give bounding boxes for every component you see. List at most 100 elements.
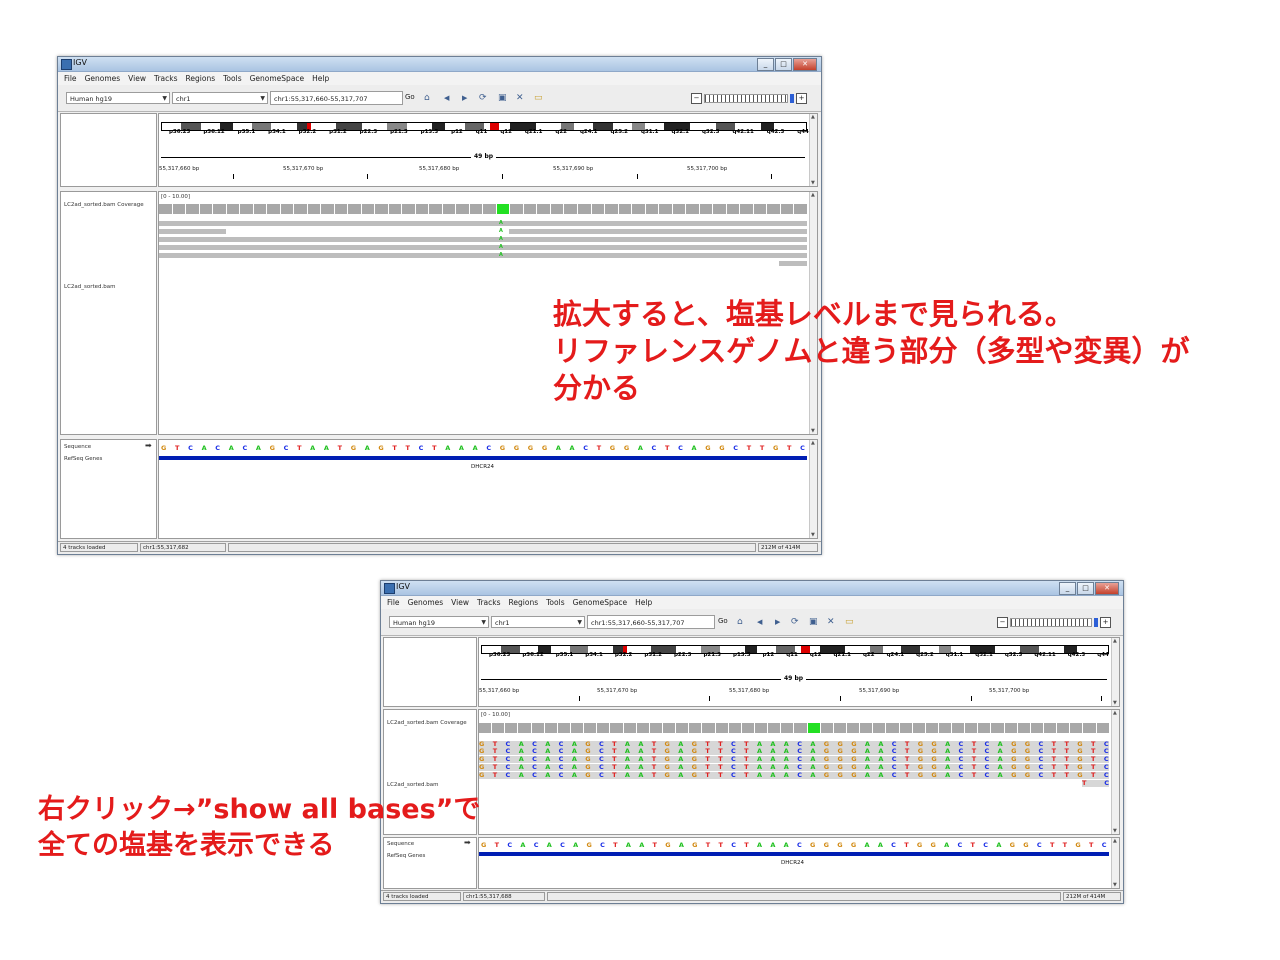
coverage-bar[interactable] bbox=[584, 723, 597, 733]
sequence-track-label[interactable]: Sequence bbox=[64, 444, 91, 450]
region-icon[interactable]: ▣ bbox=[809, 617, 818, 627]
zoom-out-button[interactable]: − bbox=[691, 92, 702, 104]
menu-help[interactable]: Help bbox=[635, 596, 652, 609]
coverage-bar[interactable] bbox=[523, 204, 537, 214]
menu-regions[interactable]: Regions bbox=[509, 596, 539, 609]
coverage-bar[interactable] bbox=[564, 204, 577, 214]
coverage-bar[interactable] bbox=[186, 204, 199, 214]
aligned-read[interactable] bbox=[159, 253, 807, 258]
coverage-bar[interactable] bbox=[672, 204, 686, 214]
aligned-read[interactable] bbox=[779, 261, 807, 266]
menu-tools[interactable]: Tools bbox=[546, 596, 564, 609]
coverage-bar[interactable] bbox=[518, 723, 531, 733]
coverage-bar[interactable] bbox=[159, 204, 172, 214]
menu-genomes[interactable]: Genomes bbox=[85, 72, 121, 85]
read-all-bases[interactable]: GTCACACAGCTAATGAGTTCTAAACAGGGAACTGGACTCA… bbox=[479, 764, 1109, 771]
gene-feature[interactable] bbox=[479, 852, 1109, 856]
chromosome-select[interactable]: chr1 ▼ bbox=[172, 92, 268, 104]
coverage-bar[interactable] bbox=[334, 204, 348, 214]
menu-view[interactable]: View bbox=[128, 72, 146, 85]
region-icon[interactable]: ▣ bbox=[498, 93, 507, 103]
forward-icon[interactable]: ▶ bbox=[462, 93, 467, 103]
coverage-bar[interactable] bbox=[597, 723, 610, 733]
coverage-bar[interactable] bbox=[307, 204, 321, 214]
genome-select[interactable]: Human hg19 ▼ bbox=[389, 616, 489, 628]
coverage-bar[interactable] bbox=[557, 723, 570, 733]
coverage-bar[interactable] bbox=[577, 204, 591, 214]
scroll-up-icon[interactable]: ▲ bbox=[1113, 638, 1117, 644]
coverage-bar[interactable] bbox=[1017, 723, 1030, 733]
coverage-bar[interactable] bbox=[726, 204, 740, 214]
coverage-track-label[interactable]: LC2ad_sorted.bam Coverage bbox=[64, 202, 144, 208]
coverage-bar[interactable] bbox=[899, 723, 912, 733]
scroll-up-icon[interactable]: ▲ bbox=[811, 192, 815, 198]
close-icon[interactable]: ✕ bbox=[516, 93, 524, 103]
scroll-up-icon[interactable]: ▲ bbox=[1113, 838, 1117, 844]
aligned-read[interactable] bbox=[509, 229, 807, 234]
coverage-bar[interactable] bbox=[768, 723, 781, 733]
coverage-bar[interactable] bbox=[510, 204, 523, 214]
aligned-read[interactable] bbox=[159, 245, 807, 250]
coverage-snp-bar[interactable] bbox=[807, 723, 820, 733]
coverage-bar[interactable] bbox=[754, 723, 768, 733]
coverage-bar[interactable] bbox=[713, 204, 726, 214]
read-all-bases[interactable]: GTCACACAGCTAATGAGTTCTAAACAGGGAACTGGACTCA… bbox=[479, 748, 1109, 755]
coverage-bar[interactable] bbox=[860, 723, 873, 733]
menu-file[interactable]: File bbox=[387, 596, 400, 609]
coverage-bar[interactable] bbox=[645, 204, 659, 214]
coverage-bar[interactable] bbox=[780, 204, 794, 214]
coverage-bar[interactable] bbox=[605, 204, 618, 214]
header-scrollbar[interactable]: ▲ ▼ bbox=[1111, 638, 1119, 706]
coverage-bar[interactable] bbox=[388, 204, 402, 214]
coverage-bar[interactable] bbox=[610, 723, 623, 733]
coverage-bar[interactable] bbox=[429, 204, 442, 214]
menu-genomes[interactable]: Genomes bbox=[408, 596, 444, 609]
coverage-bar[interactable] bbox=[280, 204, 294, 214]
coverage-bar[interactable] bbox=[1057, 723, 1070, 733]
coverage-bar[interactable] bbox=[172, 204, 186, 214]
coverage-track-label[interactable]: LC2ad_sorted.bam Coverage bbox=[387, 720, 467, 726]
home-icon[interactable]: ⌂ bbox=[424, 93, 430, 103]
scroll-down-icon[interactable]: ▼ bbox=[1113, 828, 1117, 834]
read-all-bases[interactable]: GTCACACAGCTAATGAGTTCTAAACAGGGAACTGGACTCA… bbox=[479, 772, 1109, 779]
coverage-bar[interactable] bbox=[978, 723, 991, 733]
coverage-bar[interactable] bbox=[659, 204, 672, 214]
menu-tools[interactable]: Tools bbox=[223, 72, 241, 85]
zoom-in-button[interactable]: + bbox=[1100, 616, 1111, 628]
coverage-bar[interactable] bbox=[952, 723, 965, 733]
coverage-bar[interactable] bbox=[623, 723, 636, 733]
zoom-out-button[interactable]: − bbox=[997, 616, 1008, 628]
coverage-bar[interactable] bbox=[226, 204, 240, 214]
coverage-bar[interactable] bbox=[550, 204, 564, 214]
coverage-bar[interactable] bbox=[794, 204, 807, 214]
genes-track-label[interactable]: RefSeq Genes bbox=[64, 456, 102, 462]
coverage-bar[interactable] bbox=[321, 204, 334, 214]
close-window-button[interactable]: ✕ bbox=[1095, 582, 1119, 595]
coverage-bar[interactable] bbox=[570, 723, 584, 733]
coverage-bar[interactable] bbox=[686, 204, 699, 214]
coverage-bar[interactable] bbox=[636, 723, 649, 733]
scroll-down-icon[interactable]: ▼ bbox=[811, 180, 815, 186]
coverage-bar[interactable] bbox=[479, 723, 492, 733]
coverage-snp-bar[interactable] bbox=[496, 204, 510, 214]
coverage-bar[interactable] bbox=[886, 723, 899, 733]
coverage-bar[interactable] bbox=[375, 204, 388, 214]
coverage-track[interactable] bbox=[159, 204, 807, 214]
coverage-bar[interactable] bbox=[1030, 723, 1044, 733]
coverage-bar[interactable] bbox=[1070, 723, 1083, 733]
menu-tracks[interactable]: Tracks bbox=[477, 596, 501, 609]
scroll-up-icon[interactable]: ▲ bbox=[1113, 710, 1117, 716]
coverage-bar[interactable] bbox=[492, 723, 505, 733]
coverage-bar[interactable] bbox=[833, 723, 846, 733]
read-all-bases[interactable]: GTCACACAGCTAATGAGTTCTAAACAGGGAACTGGACTCA… bbox=[479, 756, 1109, 763]
coverage-bar[interactable] bbox=[294, 204, 307, 214]
refresh-icon[interactable]: ⟳ bbox=[479, 93, 487, 103]
coverage-bar[interactable] bbox=[415, 204, 429, 214]
menu-tracks[interactable]: Tracks bbox=[154, 72, 178, 85]
coverage-bar[interactable] bbox=[402, 204, 415, 214]
scroll-down-icon[interactable]: ▼ bbox=[1113, 882, 1117, 888]
scroll-up-icon[interactable]: ▲ bbox=[811, 114, 815, 120]
coverage-bar[interactable] bbox=[767, 204, 780, 214]
coverage-bar[interactable] bbox=[591, 204, 605, 214]
zoom-widget[interactable]: − + bbox=[997, 616, 1111, 628]
